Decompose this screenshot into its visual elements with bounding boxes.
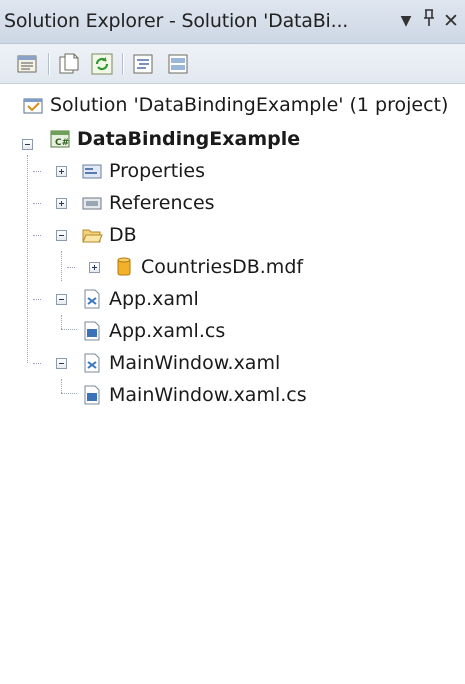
tree-connector xyxy=(61,393,77,394)
open-folder-icon xyxy=(82,229,103,243)
collapse-toggle[interactable] xyxy=(22,139,33,150)
expand-toggle[interactable] xyxy=(56,198,67,209)
view-designer-icon[interactable] xyxy=(166,52,190,76)
tree-connector xyxy=(33,299,41,300)
tree-node-label: App.xaml.cs xyxy=(109,320,226,342)
tree-node-label: MainWindow.xaml xyxy=(109,352,281,374)
tree-node-label: DataBindingExample xyxy=(77,128,301,150)
tree-connector xyxy=(33,203,41,204)
tree-node-label: MainWindow.xaml.cs xyxy=(109,384,307,406)
solution-icon xyxy=(23,98,43,114)
expand-toggle[interactable] xyxy=(56,166,67,177)
csharp-file-icon xyxy=(84,321,100,341)
solution-explorer-title-bar: Solution Explorer - Solution 'DataBi... … xyxy=(0,0,465,44)
properties-icon[interactable] xyxy=(16,52,40,76)
tree-node-app-xaml[interactable]: App.xaml xyxy=(81,284,199,314)
expand-toggle[interactable] xyxy=(89,262,100,273)
tree-connector xyxy=(61,251,62,281)
tree-node-label: CountriesDB.mdf xyxy=(141,256,304,278)
collapse-toggle[interactable] xyxy=(56,294,67,305)
view-code-icon[interactable] xyxy=(131,52,155,76)
properties-folder-icon xyxy=(82,164,102,179)
csharp-file-icon xyxy=(84,385,100,405)
close-icon[interactable]: ✕ xyxy=(441,9,461,33)
show-all-files-icon[interactable] xyxy=(57,52,81,76)
xaml-file-icon xyxy=(84,289,100,309)
tree-connector xyxy=(27,155,28,363)
xaml-file-icon xyxy=(84,353,100,373)
tree-connector xyxy=(33,171,41,172)
tree-node-project[interactable]: C# DataBindingExample xyxy=(49,124,300,154)
tree-connector xyxy=(61,379,62,393)
dropdown-arrow-icon[interactable]: ▼ xyxy=(396,9,416,33)
tree-node-app-xaml-cs[interactable]: App.xaml.cs xyxy=(81,316,225,346)
tree-node-label: Properties xyxy=(109,160,206,182)
refresh-icon[interactable] xyxy=(90,52,114,76)
references-icon xyxy=(82,197,102,210)
tree-connector xyxy=(61,329,77,330)
collapse-toggle[interactable] xyxy=(56,230,67,241)
toolbar-separator xyxy=(48,53,50,75)
solution-tree: Solution 'DataBindingExample' (1 project… xyxy=(0,84,465,684)
tree-connector xyxy=(33,363,41,364)
tree-node-mainwindow-xaml-cs[interactable]: MainWindow.xaml.cs xyxy=(81,380,307,410)
tree-node-label: Solution 'DataBindingExample' (1 project… xyxy=(50,94,449,116)
window-title: Solution Explorer - Solution 'DataBi... xyxy=(4,10,349,32)
solution-explorer-toolbar xyxy=(0,44,465,84)
tree-connector xyxy=(61,315,62,329)
database-icon xyxy=(117,257,131,276)
svg-text:C#: C# xyxy=(55,138,69,148)
tree-node-references[interactable]: References xyxy=(81,188,215,218)
tree-connector xyxy=(33,235,41,236)
collapse-toggle[interactable] xyxy=(56,358,67,369)
csharp-project-icon: C# xyxy=(50,130,70,148)
tree-node-properties[interactable]: Properties xyxy=(81,156,205,186)
tree-node-solution[interactable]: Solution 'DataBindingExample' (1 project… xyxy=(22,90,448,120)
tree-node-mainwindow-xaml[interactable]: MainWindow.xaml xyxy=(81,348,280,378)
toolbar-separator xyxy=(122,53,124,75)
pin-icon[interactable] xyxy=(419,9,439,33)
tree-connector xyxy=(67,267,75,268)
tree-node-label: App.xaml xyxy=(109,288,199,310)
tree-node-countries-db[interactable]: CountriesDB.mdf xyxy=(113,252,303,282)
tree-node-label: DB xyxy=(109,224,137,246)
tree-node-db-folder[interactable]: DB xyxy=(81,220,137,250)
tree-node-label: References xyxy=(109,192,215,214)
